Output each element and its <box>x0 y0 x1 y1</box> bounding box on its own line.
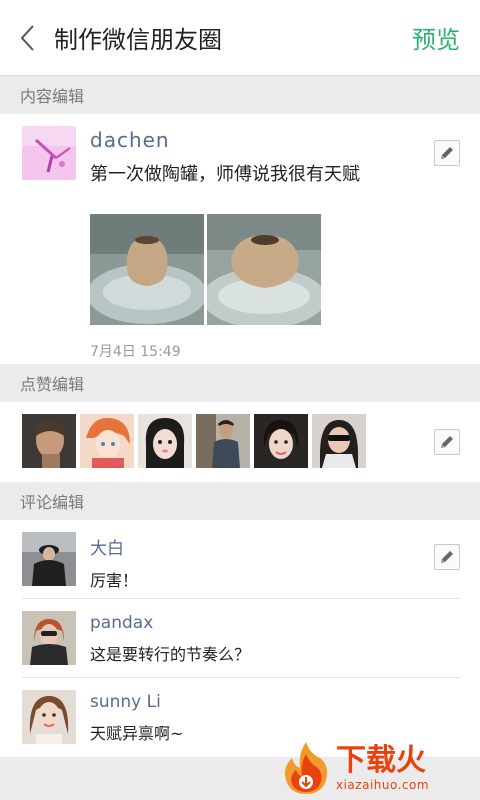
pencil-icon <box>441 436 453 448</box>
watermark-url: xiazaihuo.com <box>336 778 430 792</box>
back-button[interactable] <box>0 0 56 76</box>
top-bar: 制作微信朋友圈 预览 <box>0 0 480 76</box>
edit-comments-button[interactable] <box>434 544 460 570</box>
like-avatar[interactable] <box>138 414 192 468</box>
section-header-content: 内容编辑 <box>0 76 480 114</box>
like-avatar[interactable] <box>312 414 366 468</box>
post-username[interactable]: dachen <box>90 128 360 152</box>
like-avatar[interactable] <box>22 414 76 468</box>
post-photo[interactable] <box>207 214 321 325</box>
comment-name[interactable]: 大白 <box>90 534 138 559</box>
comment-text: 这是要转行的节奏么？ <box>90 645 251 664</box>
pencil-icon <box>441 551 453 563</box>
edit-likes-button[interactable] <box>434 429 460 455</box>
post-card: dachen 第一次做陶罐，师傅说我很有天赋 7月4日 15:49 <box>0 114 480 364</box>
comment-text: 天赋异禀啊~ <box>90 724 184 743</box>
photo-grid <box>90 214 360 325</box>
edit-post-button[interactable] <box>434 140 460 166</box>
avatar[interactable] <box>22 126 76 180</box>
section-header-likes: 点赞编辑 <box>0 364 480 402</box>
comment-item[interactable]: pandax 这是要转行的节奏么？ <box>22 599 460 678</box>
likes-row <box>0 402 480 482</box>
comment-avatar[interactable] <box>22 690 76 744</box>
comment-name[interactable]: pandax <box>90 613 250 633</box>
comment-avatar[interactable] <box>22 611 76 665</box>
comment-item[interactable]: 大白 厉害！ <box>22 520 460 599</box>
post-date: 7月4日 15:49 <box>90 344 181 360</box>
flame-logo-icon <box>284 742 328 794</box>
watermark: 下载火 xiazaihuo.com <box>280 736 480 800</box>
post-text: 第一次做陶罐，师傅说我很有天赋 <box>90 164 360 185</box>
chevron-left-icon <box>20 24 34 51</box>
section-header-comments: 评论编辑 <box>0 482 480 520</box>
pencil-icon <box>441 147 453 159</box>
comments-list: 大白 厉害！ pandax 这是要转行的节奏么？ sunny Li 天赋异禀啊~ <box>0 520 480 757</box>
page-title: 制作微信朋友圈 <box>54 26 222 54</box>
like-avatar[interactable] <box>80 414 134 468</box>
like-avatar[interactable] <box>196 414 250 468</box>
post-photo[interactable] <box>90 214 204 325</box>
watermark-title: 下载火 <box>336 743 426 778</box>
preview-button[interactable]: 预览 <box>412 20 460 55</box>
comment-avatar[interactable] <box>22 532 76 586</box>
like-avatar[interactable] <box>254 414 308 468</box>
comment-name[interactable]: sunny Li <box>90 692 183 712</box>
comment-text: 厉害！ <box>90 571 139 590</box>
